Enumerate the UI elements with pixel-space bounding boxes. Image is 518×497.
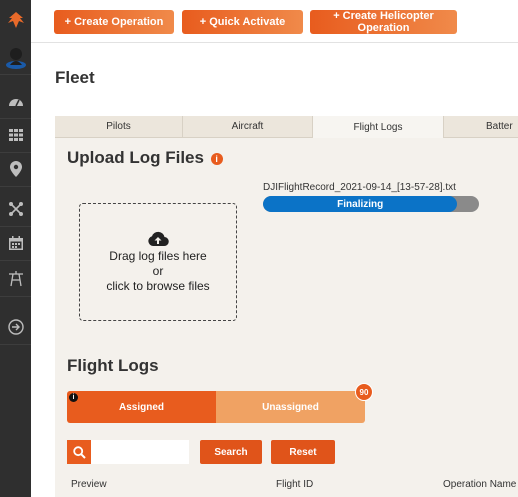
- top-action-bar: + Create Operation + Quick Activate + Cr…: [31, 0, 518, 43]
- column-header-preview[interactable]: Preview: [71, 479, 107, 490]
- column-header-operation-name[interactable]: Operation Name: [443, 479, 516, 490]
- info-icon[interactable]: i: [210, 152, 223, 165]
- unassigned-button[interactable]: Unassigned 90: [216, 383, 373, 423]
- tab-aircraft[interactable]: Aircraft: [183, 116, 313, 138]
- unassigned-label: Unassigned: [262, 401, 319, 413]
- quick-activate-button[interactable]: + Quick Activate: [182, 10, 303, 34]
- search-input[interactable]: [91, 440, 189, 464]
- create-helicopter-operation-button[interactable]: + Create Helicopter Operation: [310, 10, 457, 34]
- column-header-flight-id[interactable]: Flight ID: [276, 479, 313, 490]
- calendar-icon[interactable]: [0, 226, 31, 261]
- upload-section-title: Upload Log Files i: [67, 148, 223, 168]
- dropzone-line-3: click to browse files: [106, 278, 210, 293]
- page-title: Fleet: [55, 68, 95, 87]
- logout-icon[interactable]: [0, 310, 31, 345]
- flight-logs-title: Flight Logs: [67, 356, 159, 375]
- upload-progress-bar: Finalizing: [263, 196, 479, 212]
- reset-button[interactable]: Reset: [271, 440, 335, 464]
- assignment-toggle: i Assigned Unassigned 90: [67, 383, 373, 423]
- tab-pilots[interactable]: Pilots: [55, 116, 183, 138]
- drone-icon[interactable]: [0, 192, 31, 227]
- upload-progress-fill: Finalizing: [263, 196, 458, 212]
- user-avatar-icon[interactable]: [0, 40, 31, 75]
- cloud-upload-icon: [148, 231, 169, 246]
- create-operation-button[interactable]: + Create Operation: [54, 10, 174, 34]
- dropzone-line-2: or: [152, 263, 164, 278]
- dashboard-icon[interactable]: [0, 84, 31, 119]
- file-dropzone[interactable]: Drag log files here or click to browse f…: [79, 203, 237, 321]
- tower-icon[interactable]: [0, 262, 31, 297]
- info-icon[interactable]: i: [69, 393, 78, 402]
- sidebar: [0, 0, 31, 497]
- unassigned-count-badge: 90: [355, 383, 373, 401]
- tab-bar: Pilots Aircraft Flight Logs Batter: [55, 116, 518, 138]
- assigned-button[interactable]: i Assigned: [67, 391, 216, 423]
- main-content: Fleet Pilots Aircraft Flight Logs Batter…: [31, 43, 518, 497]
- location-pin-icon[interactable]: [0, 152, 31, 187]
- upload-file-name: DJIFlightRecord_2021-09-14_[13-57-28].tx…: [263, 182, 456, 193]
- grid-icon[interactable]: [0, 118, 31, 153]
- fleet-panel: Pilots Aircraft Flight Logs Batter Uploa…: [55, 116, 518, 497]
- search-button[interactable]: Search: [200, 440, 262, 464]
- logo-icon[interactable]: [0, 0, 31, 40]
- assigned-label: Assigned: [118, 401, 164, 413]
- tab-flight-logs[interactable]: Flight Logs: [313, 116, 444, 138]
- search-icon[interactable]: [67, 440, 91, 464]
- upload-title-text: Upload Log Files: [67, 148, 204, 167]
- tab-batteries[interactable]: Batter: [444, 116, 518, 138]
- dropzone-line-1: Drag log files here: [109, 248, 207, 263]
